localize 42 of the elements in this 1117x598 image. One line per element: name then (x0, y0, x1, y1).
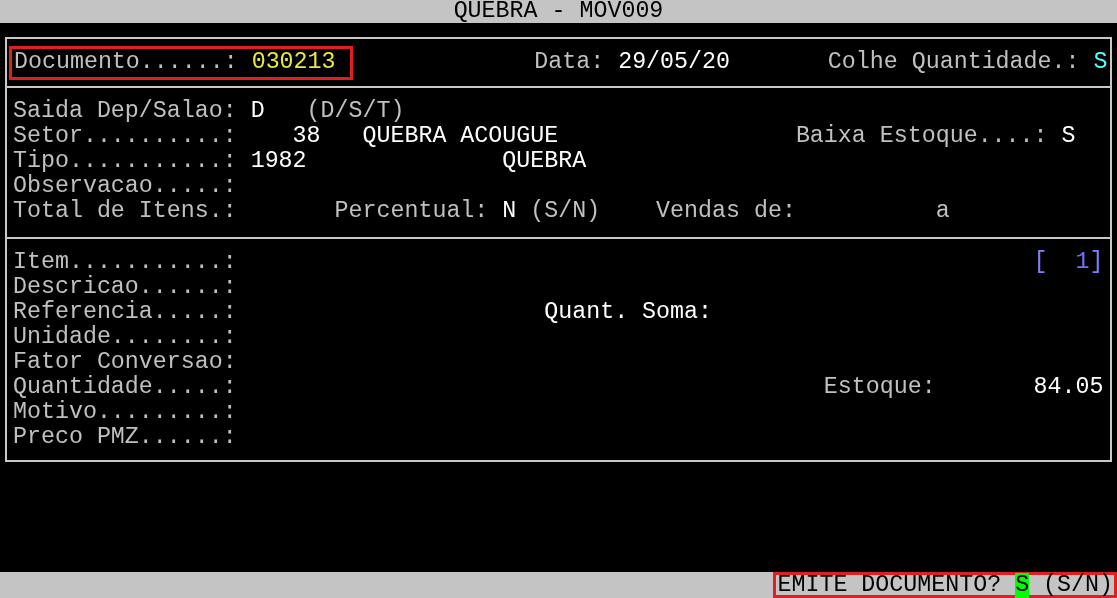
field-value: QUEBRA (502, 149, 587, 174)
field-label: Percentual: (334, 199, 489, 224)
field-value: 1982 (250, 149, 307, 174)
document-number: 030213 (251, 50, 336, 75)
field-label: Motivo.........: (13, 400, 237, 425)
field-label: Saida Dep/Salao: (13, 99, 237, 124)
field-label: Documento......: (14, 50, 238, 75)
field-label: Referencia.....: (13, 300, 237, 325)
field-value: D (250, 99, 265, 124)
field-label: Fator Conversao: (13, 350, 237, 375)
item-counter: 1 (1075, 250, 1090, 275)
field-label: Vendas de: (656, 199, 796, 224)
prompt-question: EMITE DOCUMENTO? (777, 572, 1002, 598)
option-hint: (D/S/T) (306, 99, 405, 124)
field-label: Estoque: (823, 375, 936, 400)
stock-value: 84.05 (1033, 375, 1104, 400)
field-label: Unidade........: (13, 325, 237, 350)
field-label: Preco PMZ......: (13, 425, 237, 450)
field-label: Item...........: (13, 250, 237, 275)
bracket: [ (1033, 250, 1048, 275)
field-value: S (1093, 50, 1108, 75)
field-label: Descricao......: (13, 275, 237, 300)
field-value: 38 (292, 124, 321, 149)
field-value: 29/05/20 (618, 50, 730, 75)
field-label: Total de Itens.: (13, 199, 237, 224)
range-separator: a (935, 199, 950, 224)
prompt-answer: S (1015, 572, 1030, 598)
field-value: N (502, 199, 517, 224)
window-title: QUEBRA - MOV009 (453, 0, 664, 24)
field-label: Quantidade.....: (13, 375, 237, 400)
option-hint: (S/N) (530, 199, 601, 224)
bracket: ] (1089, 250, 1104, 275)
option-hint: (S/N) (1043, 572, 1113, 598)
field-label: Observacao.....: (13, 174, 237, 199)
field-label: Tipo...........: (13, 149, 237, 174)
field-label: Data: (534, 50, 605, 75)
field-value: S (1061, 124, 1076, 149)
field-label: Setor..........: (13, 124, 237, 149)
field-label: Baixa Estoque....: (795, 124, 1048, 149)
field-label: Colhe Quantidade.: (827, 50, 1080, 75)
field-value: QUEBRA ACOUGUE (362, 124, 559, 149)
field-label: Quant. Soma: (544, 300, 712, 325)
